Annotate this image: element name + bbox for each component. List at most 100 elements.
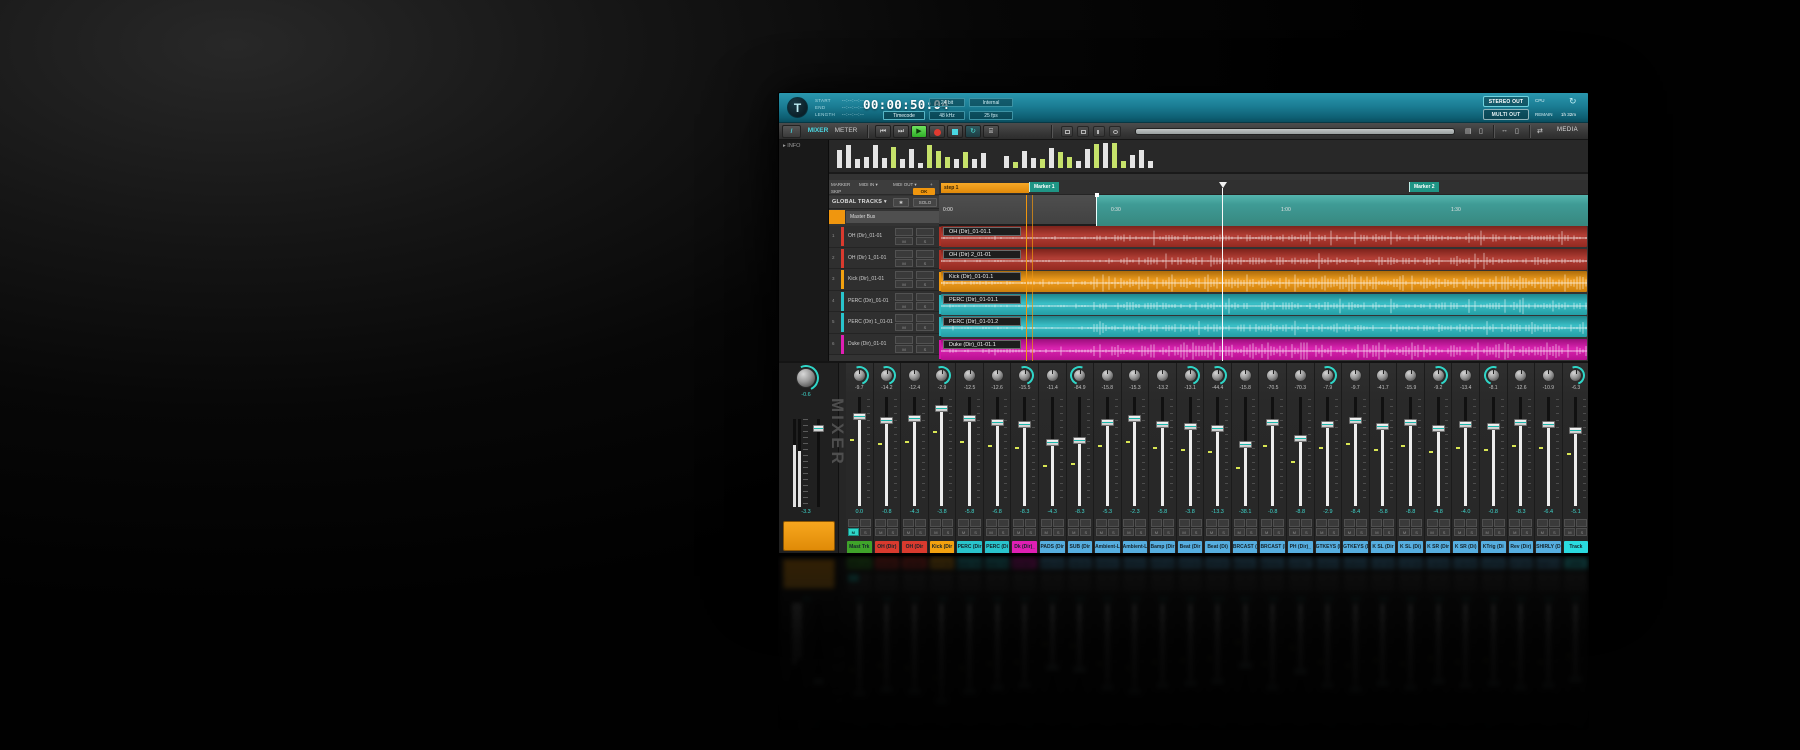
channel-mute-button[interactable]: M xyxy=(1234,528,1245,536)
channel-mon-button[interactable] xyxy=(1246,519,1257,527)
gear-icon[interactable]: ✱ xyxy=(893,198,909,207)
fader-cap[interactable] xyxy=(1514,419,1527,426)
channel-solo-button[interactable]: S xyxy=(887,528,898,536)
channel-mon-button[interactable] xyxy=(887,519,898,527)
channel-mon-button[interactable] xyxy=(1549,519,1560,527)
channel-rec-button[interactable] xyxy=(848,519,859,527)
channel-mute-button[interactable]: M xyxy=(986,528,997,536)
pan-knob[interactable] xyxy=(1348,368,1363,383)
fader-cap[interactable] xyxy=(963,415,976,422)
fps-badge[interactable]: 25 fps xyxy=(969,111,1013,120)
pan-knob[interactable] xyxy=(990,368,1005,383)
track-solo-button[interactable]: S xyxy=(916,280,934,288)
channel-name-label[interactable]: GTKEYS (D xyxy=(1343,541,1368,554)
pan-knob[interactable] xyxy=(1513,368,1528,383)
channel-solo-button[interactable]: S xyxy=(1053,528,1064,536)
track-name[interactable]: Kick (Dir)_01-01 xyxy=(848,276,884,282)
pan-knob[interactable] xyxy=(1100,368,1115,383)
step-marker[interactable]: step 1 xyxy=(941,183,1029,193)
zoom-v-icon[interactable]: ▯ xyxy=(1515,127,1519,135)
global-tracks-dropdown[interactable]: GLOBAL TRACKS ▾ xyxy=(832,199,887,205)
multi-out-button[interactable]: MULTI OUT xyxy=(1483,109,1529,120)
pan-knob[interactable] xyxy=(852,368,867,383)
channel-mute-button[interactable]: M xyxy=(1261,528,1272,536)
timecode-mode-badge[interactable]: Timecode xyxy=(883,111,925,120)
channel-rec-button[interactable] xyxy=(958,519,969,527)
channel-rec-button[interactable] xyxy=(1371,519,1382,527)
fader-cap[interactable] xyxy=(1184,423,1197,430)
channel-name-label[interactable]: Ambient-L xyxy=(1095,541,1120,554)
track-arm-button[interactable] xyxy=(895,250,913,258)
channel-name-label[interactable]: PERC (Dir xyxy=(957,541,982,554)
fader-cap[interactable] xyxy=(1432,425,1445,432)
track-solo-button[interactable]: S xyxy=(916,237,934,245)
channel-mon-button[interactable] xyxy=(1466,519,1477,527)
track-header-row[interactable]: 3Kick (Dir)_01-01MS xyxy=(829,269,939,291)
pan-knob[interactable] xyxy=(1072,368,1087,383)
channel-mute-button[interactable]: M xyxy=(1454,528,1465,536)
channel-solo-button[interactable]: S xyxy=(1439,528,1450,536)
channel-solo-button[interactable]: S xyxy=(1356,528,1367,536)
channel-solo-button[interactable]: S xyxy=(1191,528,1202,536)
fader-cap[interactable] xyxy=(1211,425,1224,432)
channel-mon-button[interactable] xyxy=(915,519,926,527)
channel-rec-button[interactable] xyxy=(1316,519,1327,527)
skip-forward-button[interactable]: ⏭ xyxy=(893,125,909,138)
channel-rec-button[interactable] xyxy=(1013,519,1024,527)
channel-rec-button[interactable] xyxy=(1041,519,1052,527)
channel-mute-button[interactable]: M xyxy=(1179,528,1190,536)
track-name[interactable]: OH (Dir)_01-01 xyxy=(848,233,882,239)
channel-mute-button[interactable]: M xyxy=(1537,528,1548,536)
channel-name-label[interactable]: OH (Dir xyxy=(902,541,927,554)
channel-name-label[interactable]: Dk (Dir)_ xyxy=(1012,541,1037,554)
audio-clip[interactable]: OH (Dir) 2_01-01 xyxy=(941,249,1587,270)
sample-rate-badge[interactable]: 48 kHz xyxy=(929,111,965,120)
audio-clip[interactable]: Kick (Dir)_01-01.1 xyxy=(941,271,1587,292)
pan-knob[interactable] xyxy=(1458,368,1473,383)
track-header-row[interactable]: 1OH (Dir)_01-01MS xyxy=(829,226,939,248)
channel-name-label[interactable]: Kick (Dir xyxy=(930,541,955,554)
channel-rec-button[interactable] xyxy=(1399,519,1410,527)
pointer-tool-icon[interactable] xyxy=(1061,126,1073,137)
channel-rec-button[interactable] xyxy=(1206,519,1217,527)
channel-solo-button[interactable]: S xyxy=(942,528,953,536)
fader-cap[interactable] xyxy=(1487,423,1500,430)
channel-rec-button[interactable] xyxy=(875,519,886,527)
channel-solo-button[interactable]: S xyxy=(1273,528,1284,536)
fader-cap[interactable] xyxy=(1101,419,1114,426)
timeline-scrollbar[interactable] xyxy=(1135,128,1455,135)
play-button[interactable]: ▶ xyxy=(911,125,927,138)
add-marker-button[interactable]: + xyxy=(930,182,933,187)
master-bus-row[interactable]: Master Bus xyxy=(829,210,939,224)
timecode-display[interactable]: 00:00:50:04 xyxy=(863,97,927,112)
sync-source-badge[interactable]: Internal xyxy=(969,98,1013,107)
fader-cap[interactable] xyxy=(1266,419,1279,426)
channel-name-label[interactable]: PERC (Di xyxy=(985,541,1010,554)
track-arm-button[interactable] xyxy=(895,314,913,322)
channel-solo-button[interactable]: S xyxy=(1218,528,1229,536)
track-monitor-button[interactable] xyxy=(916,271,934,279)
marker-1-flag[interactable]: Marker 1 xyxy=(1029,182,1059,192)
channel-solo-button[interactable]: S xyxy=(1246,528,1257,536)
monitor-fader-cap[interactable] xyxy=(813,425,824,432)
channel-rec-button[interactable] xyxy=(1482,519,1493,527)
channel-mon-button[interactable] xyxy=(1080,519,1091,527)
info-section-label[interactable]: ▸ INFO xyxy=(783,143,800,149)
range-tool-icon[interactable] xyxy=(1077,126,1089,137)
track-header-row[interactable]: 4PERC (Dir)_01-01MS xyxy=(829,291,939,313)
grid-view-icon[interactable]: ▤ xyxy=(1465,127,1472,135)
channel-mute-button[interactable]: M xyxy=(1206,528,1217,536)
channel-mute-button[interactable]: M xyxy=(1041,528,1052,536)
track-arm-button[interactable] xyxy=(895,336,913,344)
pan-knob[interactable] xyxy=(1045,368,1060,383)
channel-rec-button[interactable] xyxy=(1564,519,1575,527)
channel-rec-button[interactable] xyxy=(1427,519,1438,527)
channel-rec-button[interactable] xyxy=(986,519,997,527)
audio-clip[interactable]: PERC (Dir)_01-01.1 xyxy=(941,294,1587,315)
channel-solo-button[interactable]: S xyxy=(1576,528,1587,536)
channel-mon-button[interactable] xyxy=(1383,519,1394,527)
channel-solo-button[interactable]: S xyxy=(970,528,981,536)
channel-mon-button[interactable] xyxy=(1521,519,1532,527)
track-monitor-button[interactable] xyxy=(916,314,934,322)
track-monitor-button[interactable] xyxy=(916,250,934,258)
